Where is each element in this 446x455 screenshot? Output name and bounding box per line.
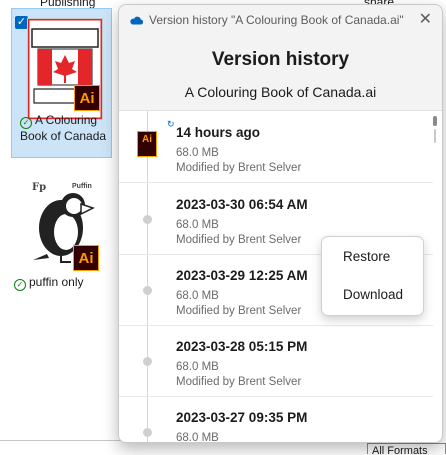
illustrator-file-icon: Ai xyxy=(74,85,100,111)
timeline-dot xyxy=(143,286,152,295)
close-button[interactable]: ✕ xyxy=(419,9,432,29)
file-type-select[interactable]: All Formats xyxy=(367,443,446,454)
version-item[interactable]: 2023-03-28 05:15 PM 68.0 MB Modified by … xyxy=(119,325,433,397)
version-date: 2023-03-29 12:25 AM xyxy=(176,268,308,283)
version-context-menu: Restore Download xyxy=(321,236,424,316)
file-tile-colouring-book[interactable]: ✓ Ai ✓ A Colouring Book of Canada xyxy=(11,8,112,158)
version-modified-by: Modified by Brent Selver xyxy=(176,376,302,388)
scroll-up-arrow[interactable] xyxy=(433,116,437,126)
version-date: 2023-03-27 09:35 PM xyxy=(176,410,308,425)
timeline-dot xyxy=(143,357,152,366)
onedrive-cloud-icon xyxy=(130,16,143,25)
version-modified-by: Modified by Brent Selver xyxy=(176,162,302,174)
version-size: 68.0 MB xyxy=(176,147,219,159)
window-title: Version history "A Colouring Book of Can… xyxy=(149,13,404,27)
version-item[interactable]: Ai ↻ 14 hours ago 68.0 MB Modified by Br… xyxy=(119,111,433,183)
version-date: 14 hours ago xyxy=(176,125,261,140)
version-size: 68.0 MB xyxy=(176,219,219,231)
version-size: 68.0 MB xyxy=(176,432,219,443)
synced-check-icon: ✓ xyxy=(14,279,26,291)
restore-menu-item[interactable]: Restore xyxy=(343,249,390,264)
file-name-subtitle: A Colouring Book of Canada.ai xyxy=(184,84,377,100)
synced-check-icon: ✓ xyxy=(20,117,32,129)
version-item[interactable]: 2023-03-27 09:35 PM 68.0 MB xyxy=(119,396,433,443)
version-date: 2023-03-30 06:54 AM xyxy=(176,197,308,212)
timeline-dot xyxy=(143,215,152,224)
dialog-titlebar: Version history "A Colouring Book of Can… xyxy=(119,5,442,35)
syncing-icon: ↻ xyxy=(167,119,175,129)
scrollbar-thumb[interactable] xyxy=(434,129,436,143)
version-size: 68.0 MB xyxy=(176,361,219,373)
timeline-dot xyxy=(143,428,152,437)
page-title: Version history xyxy=(211,49,350,70)
download-menu-item[interactable]: Download xyxy=(343,287,403,302)
version-modified-by: Modified by Brent Selver xyxy=(176,305,302,317)
illustrator-file-icon: Ai xyxy=(137,131,157,157)
version-history-dialog: Version history "A Colouring Book of Can… xyxy=(118,4,443,443)
file-name-label: A Colouring Book of Canada xyxy=(20,113,107,143)
version-date: 2023-03-28 05:15 PM xyxy=(176,339,308,354)
version-size: 68.0 MB xyxy=(176,290,219,302)
illustrator-file-icon: Ai xyxy=(73,245,99,271)
file-name-label: puffin only xyxy=(29,275,84,289)
version-modified-by: Modified by Brent Selver xyxy=(176,234,302,246)
